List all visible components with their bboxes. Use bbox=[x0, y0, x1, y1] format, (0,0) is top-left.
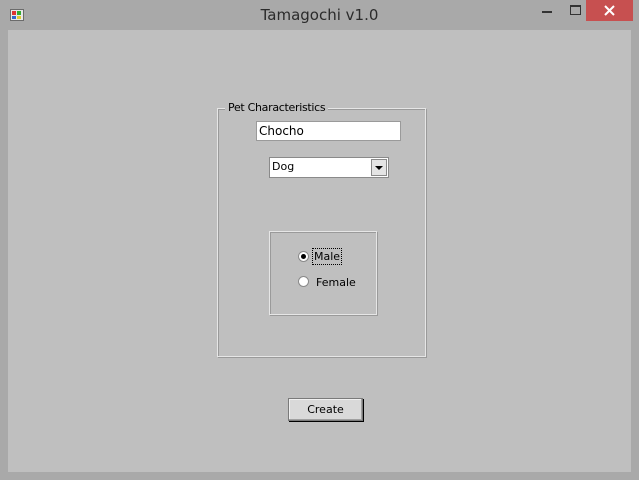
male-radio-label[interactable]: Male bbox=[311, 248, 343, 265]
close-icon[interactable] bbox=[586, 0, 633, 21]
main-window: Tamagochi v1.0 Pet Characteristics Choch… bbox=[0, 0, 639, 480]
species-selected-value: Dog bbox=[272, 160, 295, 173]
group-title: Pet Characteristics bbox=[225, 101, 329, 114]
create-button[interactable]: Create bbox=[288, 398, 363, 421]
maximize-icon[interactable] bbox=[564, 0, 586, 21]
species-dropdown[interactable]: Dog bbox=[269, 157, 389, 178]
male-radio[interactable] bbox=[298, 251, 309, 262]
gender-group bbox=[269, 231, 377, 315]
client-area: Pet Characteristics Chocho Dog Male Fema… bbox=[8, 30, 631, 472]
title-bar[interactable]: Tamagochi v1.0 bbox=[0, 0, 639, 30]
female-radio-label[interactable]: Female bbox=[316, 276, 356, 289]
pet-name-input[interactable]: Chocho bbox=[256, 121, 401, 141]
female-radio[interactable] bbox=[298, 276, 309, 287]
minimize-icon[interactable] bbox=[530, 0, 564, 21]
chevron-down-icon[interactable] bbox=[371, 159, 387, 176]
